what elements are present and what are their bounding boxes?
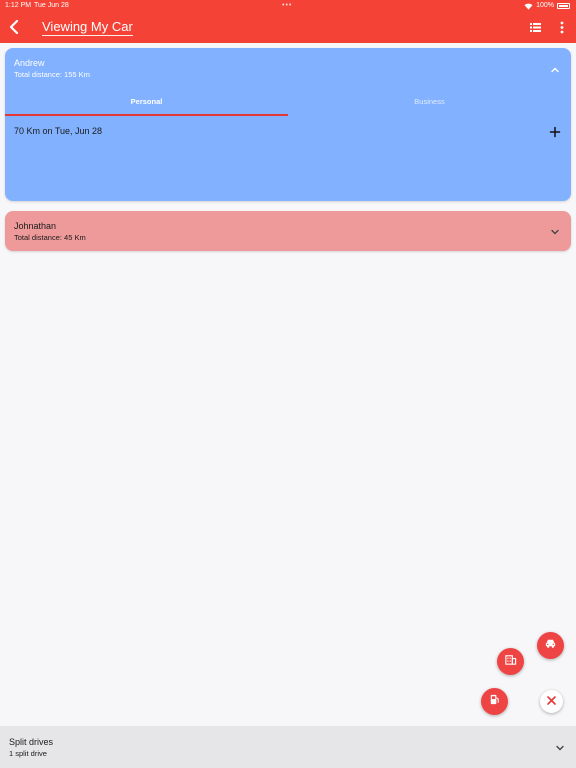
fuel-pump-icon — [488, 693, 501, 711]
battery-icon — [557, 3, 570, 9]
chevron-up-icon[interactable] — [549, 63, 561, 75]
add-business-fab[interactable] — [497, 648, 524, 675]
split-drives-count: 1 split drive — [9, 749, 47, 758]
more-vertical-icon[interactable] — [557, 20, 567, 35]
split-drives-title: Split drives — [9, 737, 54, 747]
driver-total-distance: Total distance: 45 Km — [14, 233, 86, 242]
chevron-down-icon[interactable] — [554, 741, 566, 753]
car-icon — [544, 637, 557, 655]
status-right: 100% — [524, 0, 570, 12]
status-bar: 1:12 PM Tue Jun 28 ••• 100% — [0, 0, 576, 12]
status-time: 1:12 PM — [5, 2, 32, 9]
driver-card-andrew[interactable]: Andrew Total distance: 155 Km Personal B… — [5, 48, 571, 201]
multitasking-dots: ••• — [282, 2, 293, 9]
tab-personal[interactable]: Personal — [5, 97, 288, 106]
chevron-down-icon[interactable] — [549, 225, 561, 237]
driver-name: Johnathan — [14, 221, 57, 231]
page-title: Viewing My Car — [42, 19, 133, 36]
wifi-icon — [524, 3, 533, 10]
close-icon — [546, 693, 557, 711]
battery-percent: 100% — [536, 2, 554, 9]
tab-indicator — [5, 114, 288, 116]
close-fab[interactable] — [540, 690, 563, 713]
add-drive-fab[interactable] — [537, 632, 564, 659]
driver-card-johnathan[interactable]: Johnathan Total distance: 45 Km — [5, 211, 571, 251]
drive-entry[interactable]: 70 Km on Tue, Jun 28 — [14, 126, 102, 136]
back-icon[interactable] — [6, 18, 24, 36]
add-fuel-fab[interactable] — [481, 688, 508, 715]
driver-name: Andrew — [14, 58, 45, 68]
driver-total-distance: Total distance: 155 Km — [14, 70, 90, 79]
list-icon[interactable] — [529, 21, 542, 34]
plus-icon[interactable] — [549, 125, 561, 138]
status-date: Tue Jun 28 — [34, 2, 69, 9]
split-drives-panel[interactable]: Split drives 1 split drive — [0, 726, 576, 768]
tab-business[interactable]: Business — [288, 97, 571, 106]
app-bar: Viewing My Car — [0, 12, 576, 43]
building-icon — [504, 653, 517, 671]
